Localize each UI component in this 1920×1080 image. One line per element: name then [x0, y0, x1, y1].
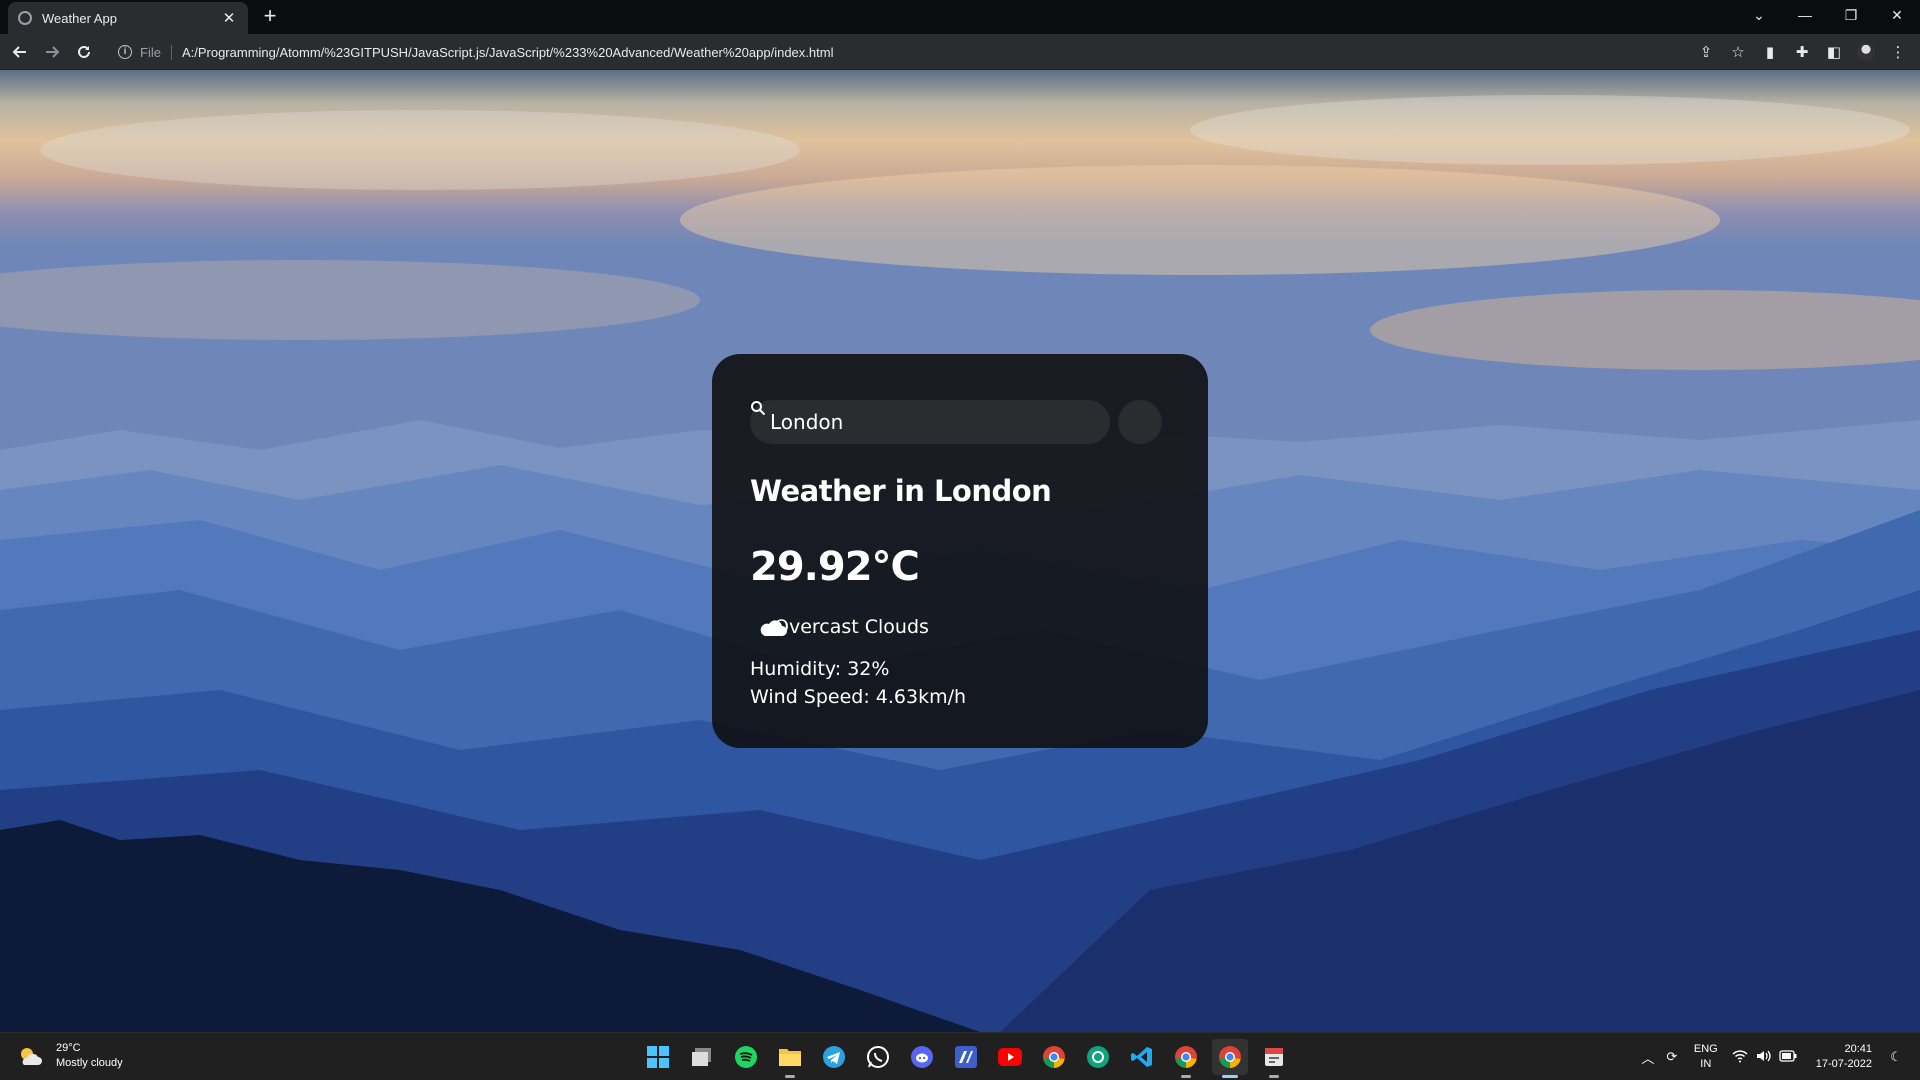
search-icon: [751, 401, 766, 416]
tab-close-icon[interactable]: ✕: [220, 9, 238, 27]
clock[interactable]: 20:41 17-07-2022: [1816, 1042, 1872, 1072]
browser-tab[interactable]: Weather App ✕: [8, 2, 248, 34]
whatsapp-icon[interactable]: [860, 1039, 896, 1075]
cloud-icon: [760, 620, 787, 636]
puzzle-icon[interactable]: ✚: [1786, 39, 1818, 65]
notification-moon-icon[interactable]: ☾: [1884, 1049, 1908, 1065]
chrome-active-icon[interactable]: [1212, 1039, 1248, 1078]
forward-icon[interactable]: [40, 40, 64, 64]
profile-avatar[interactable]: [1857, 43, 1875, 61]
scheme-label: File: [140, 44, 172, 60]
close-window-button[interactable]: ✕: [1874, 0, 1920, 30]
weather-card: Weather in London 29.92°C Overcast Cloud…: [712, 354, 1208, 748]
battery-icon[interactable]: [1776, 1049, 1800, 1065]
chrome-dev-icon[interactable]: [1168, 1039, 1204, 1078]
restore-button[interactable]: ❐: [1828, 0, 1874, 30]
weather-description: Overcast Clouds: [774, 616, 929, 638]
search-button[interactable]: [751, 400, 1162, 444]
window-controls: ⌄ — ❐ ✕: [1736, 0, 1920, 34]
task-view-icon[interactable]: [684, 1039, 720, 1075]
side-panel-icon[interactable]: ◧: [1818, 39, 1850, 65]
sun-cloud-icon: [18, 1046, 44, 1066]
taskbar-apps: [636, 1039, 1296, 1078]
clock-time: 20:41: [1844, 1043, 1872, 1055]
weather-heading: Weather in London: [750, 474, 1052, 508]
url-text[interactable]: A:/Programming/Atomm/%23GITPUSH/JavaScri…: [182, 45, 834, 60]
tab-strip: Weather App ✕ + ⌄ — ❐ ✕: [0, 0, 1920, 34]
browser-toolbar: i File A:/Programming/Atomm/%23GITPUSH/J…: [0, 34, 1920, 70]
file-explorer-icon[interactable]: [772, 1039, 808, 1078]
address-bar[interactable]: i File A:/Programming/Atomm/%23GITPUSH/J…: [112, 38, 1732, 66]
snipping-icon[interactable]: [1256, 1039, 1292, 1078]
language-indicator[interactable]: ENG IN: [1694, 1042, 1718, 1072]
spotify-icon[interactable]: [728, 1039, 764, 1075]
chevron-up-icon[interactable]: ︿: [1636, 1048, 1660, 1067]
extension-icon[interactable]: ▮: [1754, 39, 1786, 65]
bookmark-star-icon[interactable]: ☆: [1722, 39, 1754, 65]
widget-condition: Mostly cloudy: [56, 1057, 123, 1069]
city-search-input[interactable]: [750, 400, 1110, 444]
lang-code: ENG: [1693, 1043, 1718, 1055]
info-icon[interactable]: i: [118, 45, 132, 59]
temperature-value: 29.92°C: [750, 544, 920, 590]
youtube-icon[interactable]: [992, 1039, 1028, 1075]
discord-icon[interactable]: [904, 1039, 940, 1075]
search-row: [750, 400, 1162, 444]
globe-icon: [18, 11, 32, 25]
chatgpt-icon[interactable]: [1080, 1039, 1116, 1075]
tab-search-icon[interactable]: ⌄: [1736, 0, 1782, 30]
reload-icon[interactable]: [72, 40, 96, 64]
description-row: Overcast Clouds: [758, 616, 929, 638]
tab-title: Weather App: [42, 10, 117, 26]
weather-widget[interactable]: 29°C Mostly cloudy: [18, 1041, 123, 1071]
vscode-icon[interactable]: [1124, 1039, 1160, 1075]
start-icon[interactable]: [640, 1039, 676, 1075]
share-icon[interactable]: ⇪: [1690, 39, 1722, 65]
new-tab-button[interactable]: +: [258, 5, 282, 29]
humidity-text: Humidity: 32%: [750, 658, 890, 680]
wifi-icon[interactable]: [1728, 1049, 1752, 1066]
editor-icon[interactable]: [948, 1039, 984, 1075]
toolbar-actions: ⇪ ☆ ▮ ✚ ◧ ⋮: [1690, 39, 1914, 65]
back-icon[interactable]: [8, 40, 32, 64]
taskbar: 29°C Mostly cloudy ︿ ⟳ ENG IN 20:41 17-0…: [0, 1032, 1920, 1080]
sync-icon[interactable]: ⟳: [1660, 1049, 1684, 1065]
lang-region: IN: [1700, 1058, 1712, 1070]
chrome-icon[interactable]: [1036, 1039, 1072, 1075]
clock-date: 17-07-2022: [1815, 1058, 1872, 1070]
minimize-button[interactable]: —: [1782, 0, 1828, 30]
system-tray: ︿ ⟳ ENG IN 20:41 17-07-2022 ☾: [1636, 1033, 1920, 1080]
wind-speed-text: Wind Speed: 4.63km/h: [750, 686, 967, 708]
menu-icon[interactable]: ⋮: [1882, 39, 1914, 65]
telegram-icon[interactable]: [816, 1039, 852, 1075]
volume-icon[interactable]: [1752, 1049, 1776, 1066]
page-background: Weather in London 29.92°C Overcast Cloud…: [0, 70, 1920, 1032]
widget-temperature: 29°C: [56, 1042, 81, 1054]
